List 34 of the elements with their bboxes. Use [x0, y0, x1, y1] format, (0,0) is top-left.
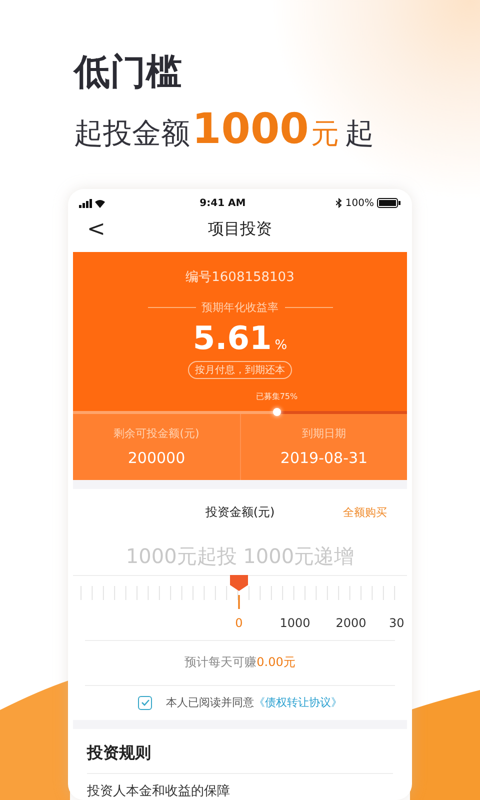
- stat-label: 到期日期: [302, 426, 346, 442]
- product-code: 编号1608158103: [186, 269, 294, 286]
- progress-dot: [272, 408, 281, 416]
- scale-label: 2000: [334, 616, 368, 632]
- pointer-icon[interactable]: [229, 574, 249, 611]
- unit-text: 元: [310, 116, 339, 152]
- rate-value: 5.61: [192, 319, 272, 358]
- rules-title: 投资规则: [87, 732, 393, 774]
- status-time: 9:41 AM: [200, 198, 246, 209]
- back-button[interactable]: <: [81, 217, 112, 242]
- check-icon: [140, 699, 150, 706]
- rule-item[interactable]: 投资人本金和收益的保障: [87, 774, 230, 800]
- battery-percent: 100%: [345, 198, 374, 209]
- agree-checkbox[interactable]: [138, 696, 152, 710]
- scale-label: 1000: [278, 616, 312, 632]
- amount-title: 投资金额(元): [205, 504, 275, 522]
- raised-label: 已募集75%: [256, 391, 298, 402]
- headline: 低门槛: [74, 51, 183, 95]
- repayment-tag: 按月付息，到期还本: [188, 361, 292, 380]
- daily-earning-text: 预计每天可赚0.00元: [85, 640, 395, 685]
- stat-value: 2019-08-31: [280, 449, 368, 468]
- subline-text: 起投金额: [74, 115, 190, 152]
- scale-label: 0: [234, 616, 244, 632]
- rate-label: 预期年化收益率: [202, 300, 278, 316]
- scale-label: 30: [389, 616, 406, 632]
- agreement-text: 本人已阅读并同意《债权转让协议》: [166, 695, 342, 710]
- stat-value: 200000: [128, 449, 186, 468]
- stat-label: 剩余可投金额(元): [114, 426, 200, 442]
- page-title: 项目投资: [208, 219, 272, 240]
- bluetooth-icon: [336, 198, 342, 208]
- rate-unit: %: [274, 338, 288, 354]
- subline-text: 起: [344, 115, 374, 152]
- amount-text: 1000: [192, 104, 309, 154]
- battery-icon: [376, 198, 401, 208]
